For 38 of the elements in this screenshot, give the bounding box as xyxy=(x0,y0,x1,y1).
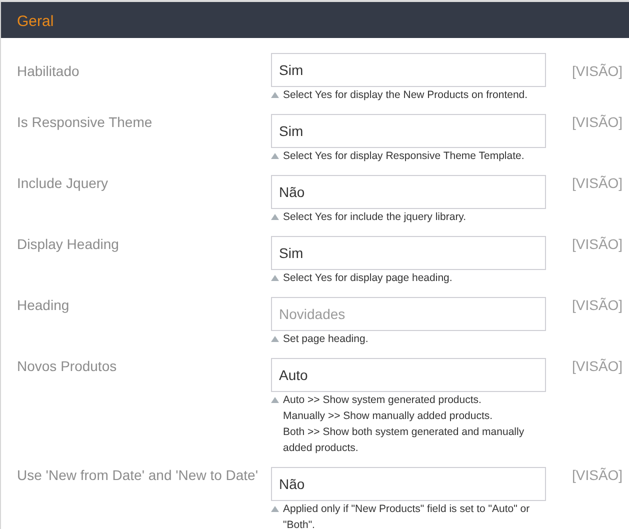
triangle-icon xyxy=(271,336,279,342)
select-field[interactable]: Sim xyxy=(271,114,546,148)
field-label: Is Responsive Theme xyxy=(17,113,154,132)
scope-label: [VISÃO] xyxy=(572,357,623,376)
field-label: Novos Produtos xyxy=(17,357,118,376)
triangle-icon xyxy=(271,275,279,281)
triangle-icon xyxy=(271,214,279,220)
select-field[interactable]: Não xyxy=(271,175,546,209)
field-label: Heading xyxy=(17,296,70,315)
select-field[interactable]: Não xyxy=(271,467,546,501)
hint-text: Select Yes for display Responsive Theme Template. xyxy=(283,149,524,164)
scope-label: [VISÃO] xyxy=(572,466,623,485)
scope-label: [VISÃO] xyxy=(572,235,623,254)
triangle-icon xyxy=(271,397,279,403)
field-label: Habilitado xyxy=(17,62,80,81)
triangle-icon xyxy=(271,153,279,159)
field-label: Include Jquery xyxy=(17,174,110,193)
hint-text: Select Yes for include the jquery library. xyxy=(283,210,466,225)
hint-text: Set page heading. xyxy=(283,332,368,347)
hint-text: Both >> Show both system generated and manually added products. xyxy=(283,425,526,456)
select-field[interactable]: Sim xyxy=(271,236,546,270)
scope-label: [VISÃO] xyxy=(572,113,623,132)
scope-label: [VISÃO] xyxy=(572,62,623,81)
field-label: Display Heading xyxy=(17,235,120,254)
triangle-icon xyxy=(271,506,279,512)
scope-label: [VISÃO] xyxy=(572,174,623,193)
text-field[interactable]: Novidades xyxy=(271,297,546,331)
scope-label: [VISÃO] xyxy=(572,296,623,315)
hint-text: Manually >> Show manually added products. xyxy=(283,409,494,424)
hint-text: Auto >> Show system generated products. xyxy=(283,393,482,408)
select-field[interactable]: Sim xyxy=(271,53,546,87)
section-title: Geral xyxy=(17,13,54,30)
select-field[interactable]: Auto xyxy=(271,358,546,392)
hint-text: Select Yes for display the New Products on frontend. xyxy=(283,88,528,103)
triangle-icon xyxy=(271,92,279,98)
field-label: Use 'New from Date' and 'New to Date' xyxy=(17,466,260,485)
hint-text: Applied only if "New Products" field is set to "Auto" or "Both". xyxy=(283,502,531,529)
hint-text: Select Yes for display page heading. xyxy=(283,271,452,286)
